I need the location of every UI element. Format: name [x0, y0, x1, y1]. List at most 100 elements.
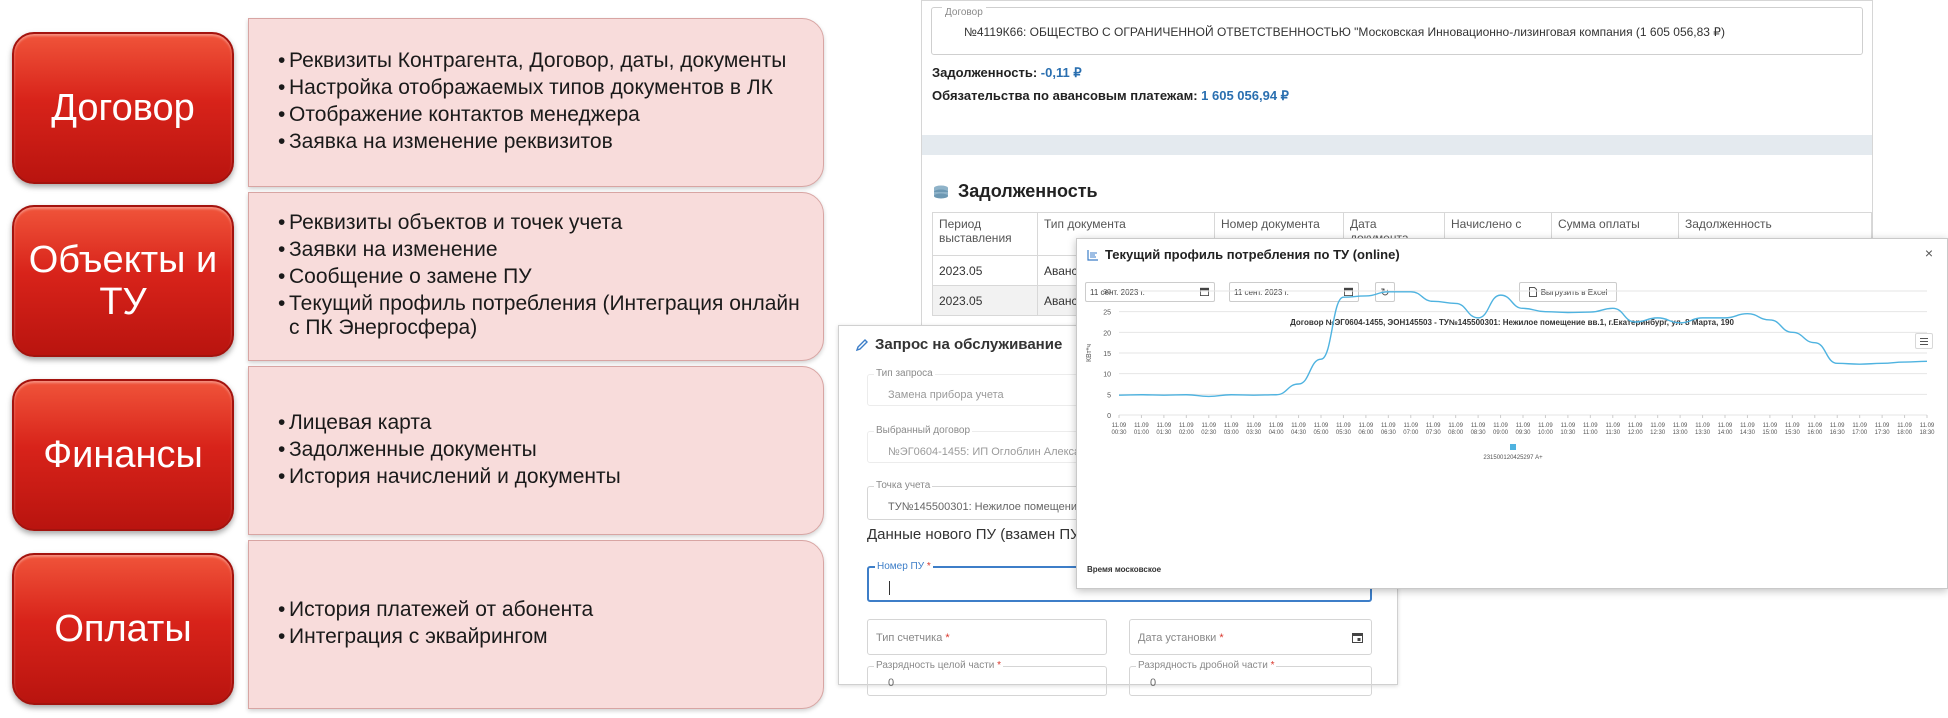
- x-tick-label: 10:30: [1560, 430, 1576, 436]
- x-tick-label: 11.09: [1359, 423, 1374, 429]
- y-tick-label: 15: [1103, 351, 1111, 358]
- list-item: Интеграция с эквайрингом: [278, 625, 803, 649]
- x-tick-label: 11.09: [1179, 423, 1194, 429]
- meter-type-input[interactable]: Тип счетчика *: [867, 619, 1107, 655]
- y-tick-label: 20: [1103, 330, 1111, 337]
- x-tick-label: 11.09: [1224, 423, 1239, 429]
- list-item: История начислений и документы: [278, 465, 803, 489]
- advance-value: 1 605 056,94 ₽: [1201, 88, 1289, 103]
- x-tick-label: 11.09: [1426, 423, 1441, 429]
- x-tick-label: 11.09: [1291, 423, 1306, 429]
- x-tick-label: 11.09: [1897, 423, 1912, 429]
- x-tick-label: 11.09: [1583, 423, 1598, 429]
- x-tick-label: 11.09: [1336, 423, 1351, 429]
- x-tick-label: 11.09: [1516, 423, 1531, 429]
- x-tick-label: 11.09: [1695, 423, 1710, 429]
- contract-select[interactable]: Договор №4119К66: ОБЩЕСТВО С ОГРАНИЧЕННО…: [931, 7, 1863, 55]
- x-tick-label: 12:00: [1628, 430, 1644, 436]
- x-tick-label: 11.09: [1763, 423, 1778, 429]
- coins-icon: [934, 185, 948, 198]
- x-tick-label: 11.09: [1740, 423, 1755, 429]
- cell-period: 2023.05: [932, 255, 1038, 286]
- cell-period: 2023.05: [932, 285, 1038, 316]
- new-meter-header: Данные нового ПУ (взамен ПУ N: [867, 526, 1095, 543]
- x-tick-label: 02:30: [1201, 430, 1217, 436]
- x-tick-label: 14:30: [1740, 430, 1756, 436]
- debt-section-title: Задолженность: [932, 181, 1098, 202]
- list-item: Сообщение о замене ПУ: [278, 265, 803, 289]
- section-title-contract: Договор: [12, 32, 234, 184]
- x-tick-label: 11:30: [1605, 430, 1620, 436]
- contract-value: №4119К66: ОБЩЕСТВО С ОГРАНИЧЕННОЙ ОТВЕТС…: [964, 25, 1725, 39]
- x-tick-label: 05:00: [1313, 430, 1329, 436]
- list-item: Настройка отображаемых типов документов …: [278, 76, 803, 100]
- integer-digits-label: Разрядность целой части *: [874, 660, 1004, 671]
- list-item: Текущий профиль потребления (Интеграция …: [278, 292, 803, 340]
- fraction-digits-input[interactable]: Разрядность дробной части * 0: [1129, 660, 1372, 696]
- x-tick-label: 11.09: [1314, 423, 1329, 429]
- x-tick-label: 10:00: [1538, 430, 1554, 436]
- x-tick-label: 11.09: [1920, 423, 1935, 429]
- section-title-finance: Финансы: [12, 379, 234, 531]
- section-items-payments: История платежей от абонента Интеграция …: [248, 540, 824, 709]
- calendar-icon[interactable]: [1352, 632, 1363, 643]
- x-tick-label: 03:00: [1224, 430, 1240, 436]
- x-tick-label: 05:30: [1336, 430, 1352, 436]
- x-tick-label: 18:00: [1897, 430, 1913, 436]
- y-tick-label: 5: [1107, 392, 1111, 399]
- list-item: Отображение контактов менеджера: [278, 103, 803, 127]
- list-item: Заявки на изменение: [278, 238, 803, 262]
- list-item: История платежей от абонента: [278, 598, 803, 622]
- contract-label: Договор: [942, 7, 986, 18]
- x-tick-label: 02:00: [1179, 430, 1195, 436]
- x-tick-label: 11.09: [1112, 423, 1127, 429]
- x-tick-label: 18:30: [1919, 430, 1935, 436]
- service-request-label: Запрос на обслуживание: [875, 336, 1063, 353]
- integer-digits-value: 0: [888, 677, 895, 689]
- install-date-input[interactable]: Дата установки *: [1129, 619, 1372, 655]
- pencil-icon: [855, 338, 868, 351]
- y-axis-label: КВт*ч: [1086, 344, 1093, 362]
- request-type-value: Замена прибора учета: [888, 389, 1004, 401]
- section-items-contract: Реквизиты Контрагента, Договор, даты, до…: [248, 18, 824, 187]
- x-tick-label: 07:30: [1426, 430, 1442, 436]
- x-tick-label: 11.09: [1246, 423, 1261, 429]
- integer-digits-input[interactable]: Разрядность целой части * 0: [867, 660, 1107, 696]
- x-tick-label: 11.09: [1381, 423, 1396, 429]
- x-tick-label: 11.09: [1650, 423, 1665, 429]
- y-tick-label: 10: [1103, 372, 1111, 379]
- y-tick-label: 25: [1103, 310, 1111, 317]
- x-tick-label: 15:30: [1785, 430, 1801, 436]
- x-tick-label: 04:00: [1269, 430, 1285, 436]
- x-tick-label: 11.09: [1673, 423, 1688, 429]
- meter-number-label: Номер ПУ *: [875, 561, 933, 572]
- x-tick-label: 01:30: [1156, 430, 1172, 436]
- x-tick-label: 11.09: [1157, 423, 1172, 429]
- x-tick-label: 11:00: [1583, 430, 1598, 436]
- y-tick-label: 0: [1107, 413, 1111, 420]
- x-tick-label: 13:30: [1695, 430, 1711, 436]
- col-period[interactable]: Период выставления: [932, 212, 1038, 256]
- x-tick-label: 11.09: [1830, 423, 1845, 429]
- legend-label: 231500120425297 А+: [1483, 455, 1543, 461]
- list-item: Реквизиты Контрагента, Договор, даты, до…: [278, 49, 803, 73]
- selected-contract-label: Выбранный договор: [874, 425, 973, 436]
- service-request-title: Запрос на обслуживание: [855, 336, 1062, 353]
- x-tick-label: 11.09: [1785, 423, 1800, 429]
- x-tick-label: 11.09: [1807, 423, 1822, 429]
- section-items-finance: Лицевая карта Задолженные документы Исто…: [248, 366, 824, 535]
- x-tick-label: 06:30: [1381, 430, 1397, 436]
- x-tick-label: 11.09: [1403, 423, 1418, 429]
- x-tick-label: 17:00: [1852, 430, 1868, 436]
- x-tick-label: 11.09: [1269, 423, 1284, 429]
- x-tick-label: 07:00: [1403, 430, 1419, 436]
- legend-marker: [1510, 444, 1516, 450]
- metering-point-label: Точка учета: [874, 480, 933, 491]
- fraction-digits-label: Разрядность дробной части *: [1136, 660, 1277, 671]
- timezone-note: Время московское: [1087, 565, 1162, 574]
- x-tick-label: 11.09: [1538, 423, 1553, 429]
- x-tick-label: 11.09: [1493, 423, 1508, 429]
- series-line: [1118, 291, 1928, 398]
- list-item: Лицевая карта: [278, 411, 803, 435]
- x-tick-label: 17:30: [1875, 430, 1891, 436]
